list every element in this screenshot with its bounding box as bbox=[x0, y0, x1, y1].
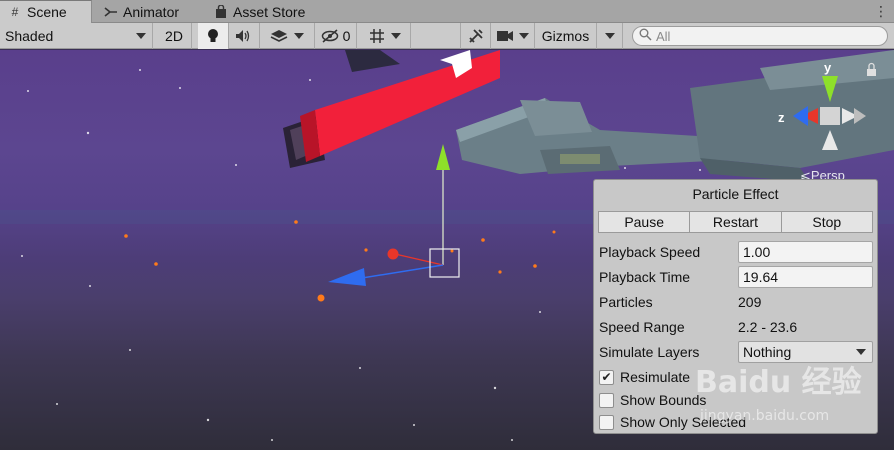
camera-dropdown[interactable] bbox=[491, 23, 535, 49]
tab-asset-store-label: Asset Store bbox=[233, 3, 306, 20]
chevron-down-icon bbox=[856, 349, 866, 355]
simulate-layers-label: Simulate Layers bbox=[599, 344, 700, 360]
chevron-down-icon bbox=[390, 33, 401, 39]
gizmos-button[interactable]: Gizmos bbox=[535, 23, 597, 49]
playback-buttons: Pause Restart Stop bbox=[598, 211, 873, 233]
effects-dropdown[interactable] bbox=[260, 23, 315, 49]
speed-range-label: Speed Range bbox=[599, 319, 685, 335]
pause-button[interactable]: Pause bbox=[598, 211, 691, 233]
chevron-down-icon bbox=[519, 33, 529, 39]
eye-hidden-icon bbox=[321, 29, 339, 43]
gizmos-label: Gizmos bbox=[541, 28, 590, 44]
grid-icon bbox=[369, 28, 385, 44]
simulate-layers-dropdown[interactable]: Nothing bbox=[738, 341, 873, 363]
playback-speed-field[interactable]: 1.00 bbox=[738, 241, 873, 263]
toggle-2d-button[interactable]: 2D bbox=[157, 23, 192, 49]
shading-mode-dropdown[interactable]: Shaded bbox=[0, 23, 153, 49]
playback-speed-row: Playback Speed 1.00 bbox=[599, 241, 873, 263]
camera-icon bbox=[496, 30, 514, 42]
hash-icon: # bbox=[11, 5, 19, 19]
tab-animator[interactable]: Animator bbox=[96, 0, 202, 23]
layers-icon bbox=[270, 29, 288, 43]
playback-time-row: Playback Time 19.64 bbox=[599, 266, 873, 288]
resimulate-checkbox[interactable]: ✔ bbox=[599, 369, 614, 385]
simulate-layers-value: Nothing bbox=[743, 344, 792, 360]
restart-button[interactable]: Restart bbox=[690, 211, 782, 233]
toggle-2d-label: 2D bbox=[165, 28, 183, 44]
lighting-toggle[interactable] bbox=[198, 23, 229, 49]
more-menu-icon[interactable]: ⋮ bbox=[874, 3, 888, 20]
speed-range-row: Speed Range 2.2 - 23.6 bbox=[599, 316, 873, 338]
axis-label-z: z bbox=[778, 110, 785, 125]
toolbar-spacer bbox=[411, 23, 461, 49]
tab-animator-label: Animator bbox=[123, 3, 180, 20]
show-bounds-label: Show Bounds bbox=[620, 392, 707, 408]
audio-toggle[interactable] bbox=[229, 23, 260, 49]
chevron-down-icon bbox=[294, 33, 304, 39]
show-only-selected-checkbox[interactable] bbox=[599, 414, 614, 430]
speaker-icon bbox=[235, 29, 253, 43]
stop-button[interactable]: Stop bbox=[781, 211, 873, 233]
tab-scene-label: Scene bbox=[27, 4, 67, 20]
panel-title: Particle Effect bbox=[692, 186, 779, 202]
simulate-layers-row: Simulate Layers Nothing bbox=[599, 341, 873, 363]
lightbulb-icon bbox=[207, 28, 219, 44]
scene-toolbar: Shaded 2D 0 Gizmos All bbox=[0, 23, 894, 49]
scene-search[interactable] bbox=[632, 26, 888, 46]
hidden-count: 0 bbox=[342, 28, 351, 44]
shading-mode-label: Shaded bbox=[5, 28, 54, 44]
tools-toggle[interactable] bbox=[461, 23, 491, 49]
particle-effect-panel: Particle Effect Pause Restart Stop Playb… bbox=[593, 179, 878, 434]
building-object bbox=[456, 98, 730, 174]
show-bounds-checkbox[interactable] bbox=[599, 392, 614, 408]
tab-bar: # Scene Animator Asset Store ⋮ bbox=[0, 0, 894, 23]
tab-asset-store[interactable]: Asset Store bbox=[206, 0, 326, 23]
search-icon bbox=[639, 28, 652, 44]
speed-range-value: 2.2 - 23.6 bbox=[738, 319, 798, 335]
playback-time-field[interactable]: 19.64 bbox=[738, 266, 873, 288]
show-only-selected-label: Show Only Selected bbox=[620, 414, 747, 430]
shopping-bag-icon bbox=[214, 4, 228, 19]
resimulate-row[interactable]: ✔ Resimulate bbox=[599, 366, 873, 388]
tools-icon bbox=[468, 28, 484, 44]
resimulate-label: Resimulate bbox=[620, 369, 691, 385]
animator-icon bbox=[104, 5, 118, 19]
show-only-selected-row[interactable]: Show Only Selected bbox=[599, 411, 873, 433]
tab-scene[interactable]: # Scene bbox=[0, 0, 92, 23]
particles-row: Particles 209 bbox=[599, 291, 873, 313]
chevron-down-icon bbox=[136, 33, 146, 39]
show-bounds-row[interactable]: Show Bounds bbox=[599, 389, 873, 411]
hidden-objects-toggle[interactable]: 0 bbox=[315, 23, 357, 49]
particles bbox=[124, 220, 556, 302]
chevron-down-icon bbox=[604, 33, 615, 39]
playback-speed-label: Playback Speed bbox=[599, 244, 701, 260]
axis-label-y: y bbox=[824, 60, 832, 75]
particles-count: 209 bbox=[738, 294, 762, 310]
gizmos-dropdown[interactable] bbox=[597, 23, 623, 49]
particles-label: Particles bbox=[599, 294, 653, 310]
grid-snap-dropdown[interactable] bbox=[359, 23, 411, 49]
playback-time-label: Playback Time bbox=[599, 269, 691, 285]
search-input[interactable] bbox=[656, 28, 856, 44]
